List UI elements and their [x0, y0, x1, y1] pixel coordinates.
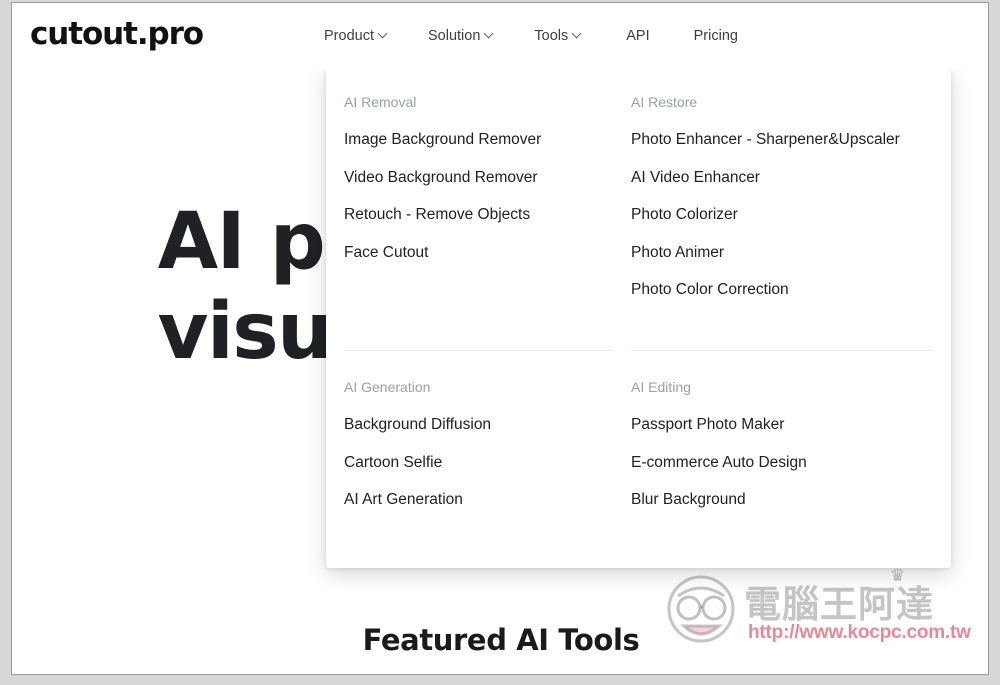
nav-item-product[interactable]: Product: [324, 26, 388, 46]
group-item-list: Photo Enhancer - Sharpener&Upscaler AI V…: [631, 132, 941, 298]
menu-item-photo-colorizer[interactable]: Photo Colorizer: [631, 207, 941, 245]
dropdown-group-ai-editing: AI Editing Passport Photo Maker E-commer…: [631, 379, 951, 508]
nav-item-api[interactable]: API: [626, 26, 649, 46]
chevron-down-icon: [379, 30, 388, 39]
nav-item-pricing[interactable]: Pricing: [694, 26, 738, 46]
nav-item-label: Solution: [427, 28, 481, 44]
main-navigation: Product Solution Tools API Pricing: [324, 26, 738, 46]
brand-logo[interactable]: cutout.pro: [30, 16, 204, 52]
nav-item-label: Tools: [534, 28, 569, 44]
featured-tools-heading: Featured AI Tools: [362, 623, 640, 657]
dropdown-divider-row: [326, 350, 951, 351]
chevron-down-icon: [573, 30, 582, 39]
menu-item-photo-enhancer[interactable]: Photo Enhancer - Sharpener&Upscaler: [631, 132, 941, 170]
product-mega-dropdown: AI Removal Image Background Remover Vide…: [326, 68, 951, 568]
browser-page: AI photo editing visual content if We pr…: [11, 2, 989, 675]
group-item-list: Background Diffusion Cartoon Selfie AI A…: [344, 417, 621, 508]
nav-item-label: Product: [324, 28, 374, 44]
menu-item-photo-animer[interactable]: Photo Animer: [631, 244, 941, 283]
dropdown-group-ai-removal: AI Removal Image Background Remover Vide…: [344, 94, 631, 344]
menu-item-ai-art-generation[interactable]: AI Art Generation: [344, 492, 621, 508]
menu-item-ecommerce-auto-design[interactable]: E-commerce Auto Design: [631, 454, 941, 493]
group-title: AI Generation: [344, 379, 431, 395]
group-title: AI Restore: [631, 94, 698, 110]
nav-item-tools[interactable]: Tools: [534, 26, 582, 46]
dropdown-group-ai-restore: AI Restore Photo Enhancer - Sharpener&Up…: [631, 94, 951, 344]
dropdown-row-bottom: AI Generation Background Diffusion Carto…: [326, 379, 951, 508]
dropdown-divider-right: [631, 350, 933, 351]
nav-item-label: Pricing: [693, 28, 738, 44]
menu-item-video-background-remover[interactable]: Video Background Remover: [344, 169, 621, 208]
dropdown-divider-left: [344, 350, 613, 351]
watermark-brand-text: 電腦王阿達: [744, 583, 934, 626]
dropdown-row-top: AI Removal Image Background Remover Vide…: [326, 94, 951, 344]
group-item-list: Passport Photo Maker E-commerce Auto Des…: [631, 417, 941, 508]
group-title: AI Editing: [631, 379, 691, 395]
menu-item-photo-color-correction[interactable]: Photo Color Correction: [631, 282, 941, 298]
menu-item-ai-video-enhancer[interactable]: AI Video Enhancer: [631, 169, 941, 208]
menu-item-background-diffusion[interactable]: Background Diffusion: [344, 417, 621, 455]
menu-item-cartoon-selfie[interactable]: Cartoon Selfie: [344, 454, 621, 493]
menu-item-image-background-remover[interactable]: Image Background Remover: [344, 132, 621, 170]
group-item-list: Image Background Remover Video Backgroun…: [344, 132, 621, 260]
site-header: cutout.pro Product Solution Tools API Pr…: [12, 3, 988, 69]
crown-icon: ♛: [890, 566, 906, 585]
menu-item-retouch-remove-objects[interactable]: Retouch - Remove Objects: [344, 207, 621, 245]
group-title: AI Removal: [344, 94, 417, 110]
menu-item-face-cutout[interactable]: Face Cutout: [344, 244, 621, 261]
nav-item-solution[interactable]: Solution: [428, 26, 494, 46]
menu-item-blur-background[interactable]: Blur Background: [631, 492, 941, 508]
chevron-down-icon: [485, 30, 494, 39]
dropdown-group-ai-generation: AI Generation Background Diffusion Carto…: [344, 379, 631, 508]
nav-item-label: API: [626, 28, 650, 44]
menu-item-passport-photo-maker[interactable]: Passport Photo Maker: [631, 417, 941, 455]
